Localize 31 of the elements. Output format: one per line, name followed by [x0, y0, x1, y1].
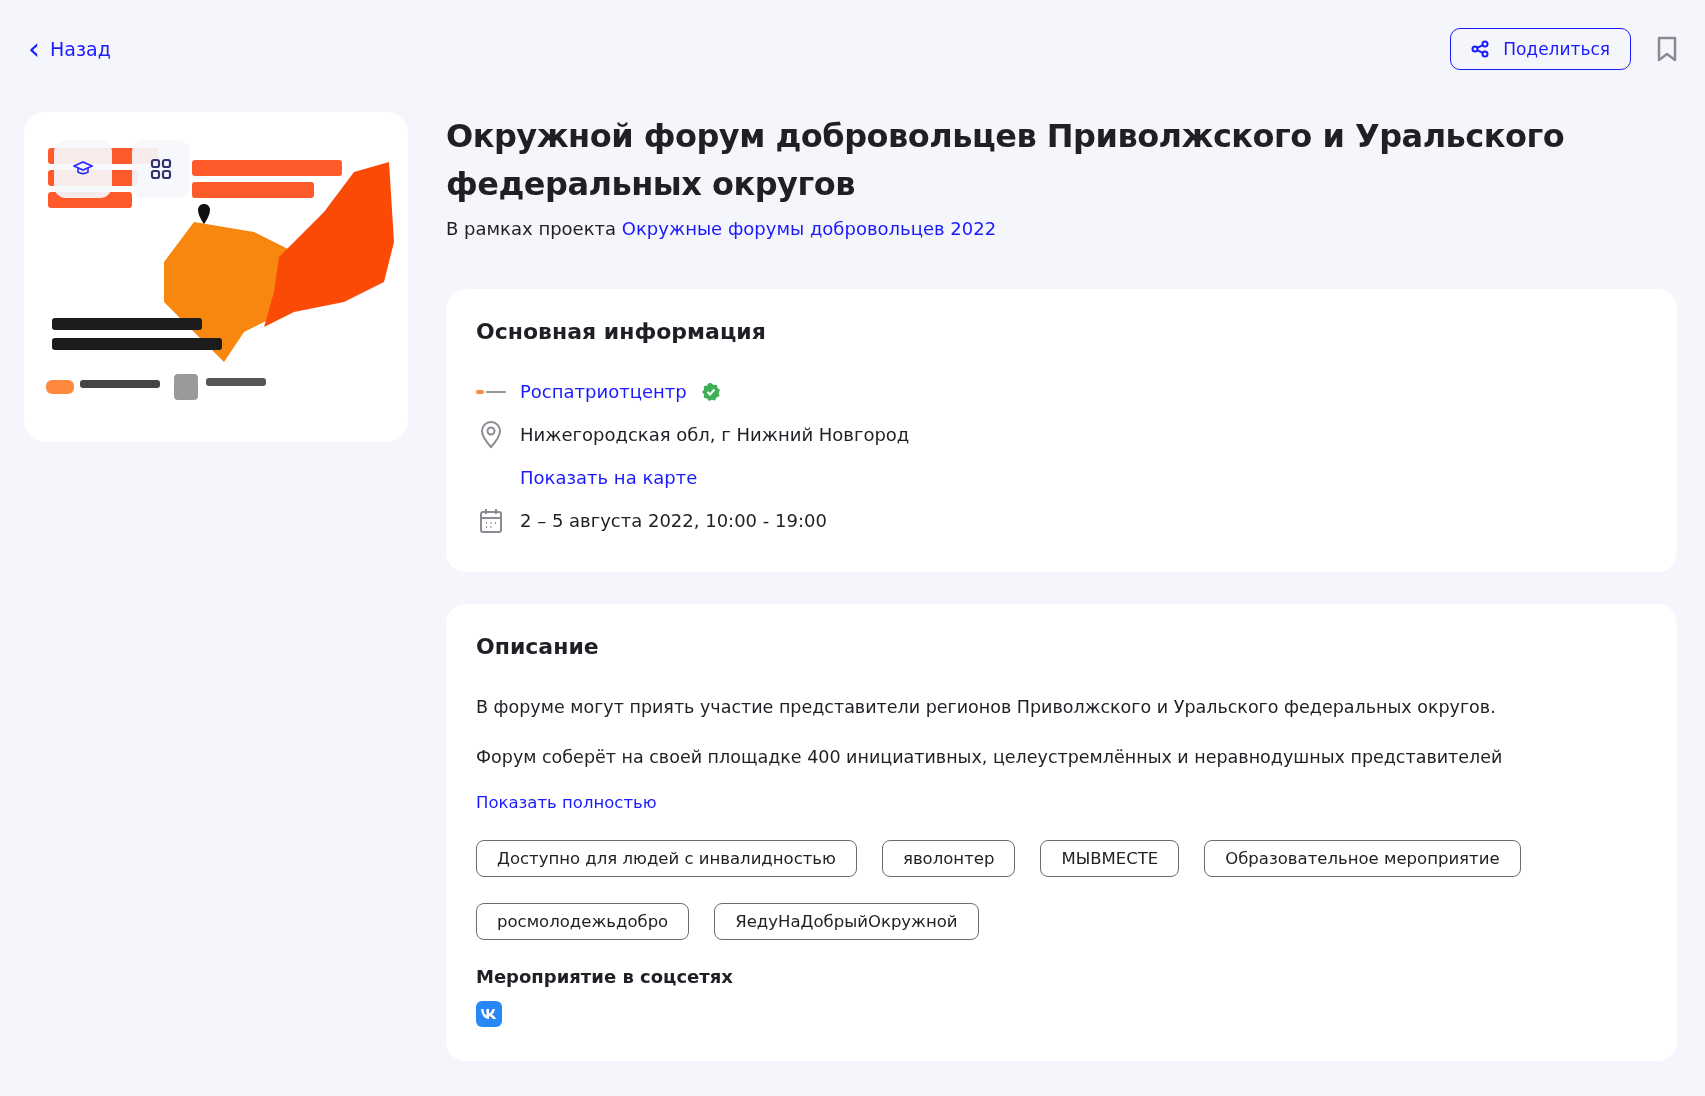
organizer-logo-icon: [476, 387, 506, 396]
event-title: Окружной форум добровольцев Приволжского и Уральского федеральных округов: [446, 116, 1566, 205]
social-heading: Мероприятие в соцсетях: [476, 966, 734, 987]
tag-chip[interactable]: яволонтер: [881, 840, 1016, 877]
graduation-cap-button[interactable]: [54, 140, 112, 198]
tag-chip[interactable]: ЯедуНаДобрыйОкружной: [714, 903, 979, 940]
project-line: В рамках проекта Окружные форумы добровольцев 2022: [446, 218, 998, 239]
show-more-link[interactable]: Показать полностью: [476, 793, 657, 812]
location-pin-icon: [480, 420, 502, 449]
graduation-cap-icon: [73, 161, 93, 177]
show-on-map-link[interactable]: Показать на карте: [520, 467, 698, 488]
calendar-icon: [479, 507, 503, 534]
address-text: Нижегородская обл, г Нижний Новгород: [520, 424, 910, 445]
grid-icon: [150, 158, 172, 180]
tag-chip[interactable]: Образовательное мероприятие: [1204, 840, 1521, 877]
organizer-link[interactable]: Роспатриотцентр: [520, 381, 687, 402]
back-link[interactable]: ‹ Назад: [24, 38, 111, 60]
share-icon: [1471, 40, 1490, 58]
vk-icon[interactable]: [476, 1001, 502, 1027]
tag-chip[interactable]: росмолодежьдобро: [476, 903, 690, 940]
share-button[interactable]: Поделиться: [1450, 28, 1631, 70]
grid-button[interactable]: [132, 140, 190, 198]
bookmark-icon[interactable]: [1657, 36, 1677, 62]
project-link[interactable]: Окружные форумы добровольцев 2022: [621, 218, 997, 239]
section-heading: Описание: [476, 634, 600, 659]
description-paragraph: В форуме могут приять участие представители регионов Приволжского и Уральского федеральных округов.: [476, 696, 1497, 719]
event-dates: 2 – 5 августа 2022, 10:00 - 19:00: [520, 510, 827, 531]
tag-chip[interactable]: МЫВМЕСТЕ: [1040, 840, 1180, 877]
tag-chip[interactable]: Доступно для людей с инвалидностью: [476, 840, 857, 877]
description-paragraph: Форум соберёт на своей площадке 400 инициативных, целеустремлённых и неравнодушных представителей: [476, 746, 1504, 769]
section-heading: Основная информация: [476, 319, 767, 344]
